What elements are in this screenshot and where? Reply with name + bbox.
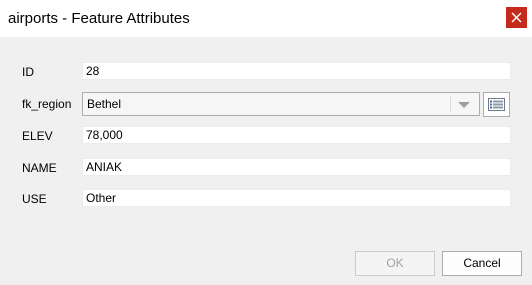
- elev-field[interactable]: 78,000: [82, 126, 511, 144]
- name-field[interactable]: ANIAK: [82, 158, 511, 176]
- attributes-form: ID 28 fk_region Bethel ELEV 78,000 NAME …: [0, 37, 532, 285]
- use-label: USE: [22, 192, 47, 206]
- open-form-icon: [488, 98, 505, 111]
- title-bar: airports - Feature Attributes: [0, 0, 532, 37]
- id-field[interactable]: 28: [82, 62, 511, 80]
- window-title: airports - Feature Attributes: [8, 10, 190, 27]
- combo-separator: [450, 96, 451, 112]
- id-label: ID: [22, 65, 34, 79]
- cancel-button[interactable]: Cancel: [442, 251, 522, 276]
- fk-region-label: fk_region: [22, 97, 72, 111]
- name-label: NAME: [22, 161, 57, 175]
- ok-button[interactable]: OK: [355, 251, 435, 276]
- close-icon: [511, 12, 522, 23]
- close-button[interactable]: [506, 7, 527, 28]
- open-form-button[interactable]: [483, 92, 510, 117]
- use-field[interactable]: Other: [82, 189, 511, 207]
- chevron-down-icon[interactable]: [458, 102, 470, 108]
- fk-region-select[interactable]: Bethel: [82, 92, 480, 116]
- fk-region-value: Bethel: [87, 97, 122, 111]
- elev-label: ELEV: [22, 129, 53, 143]
